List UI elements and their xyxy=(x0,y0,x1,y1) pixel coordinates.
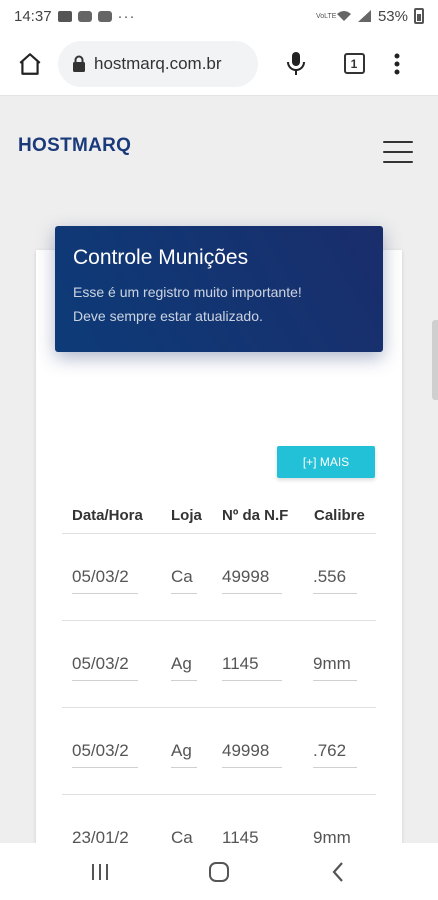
gallery-icon xyxy=(57,10,72,22)
more-vert-icon xyxy=(394,53,400,74)
munitions-table: Data/Hora Loja Nº da N.F Calibre 05/03/2… xyxy=(62,498,376,882)
brand-logo[interactable]: HOSTMARQ xyxy=(18,135,131,157)
system-nav-bar xyxy=(0,843,438,900)
column-header-invoice[interactable]: Nº da N.F xyxy=(222,507,314,524)
cell-date[interactable]: 05/03/2 xyxy=(72,567,138,594)
scrollbar[interactable] xyxy=(432,320,438,400)
signal-icon xyxy=(357,10,371,22)
card-subtitle: Esse é um registro muito importante! Dev… xyxy=(73,284,302,324)
recent-apps-button[interactable] xyxy=(80,852,120,892)
home-nav-button[interactable] xyxy=(199,852,239,892)
browser-toolbar: hostmarq.com.br 1 xyxy=(0,32,438,96)
card-header: Controle Munições Esse é um registro mui… xyxy=(55,226,383,352)
cell-date[interactable]: 05/03/2 xyxy=(72,654,138,681)
cell-caliber[interactable]: 9mm xyxy=(313,654,357,681)
table-row[interactable]: 05/03/2 Ca 49998 .556 xyxy=(62,534,376,621)
url-text: hostmarq.com.br xyxy=(94,53,222,73)
hamburger-menu-button[interactable] xyxy=(383,141,413,163)
cell-caliber[interactable]: .762 xyxy=(313,741,357,768)
home-circle-icon xyxy=(208,861,229,882)
status-bar: 14:37 ··· VoLTE 53% xyxy=(0,0,438,32)
cell-store[interactable]: Ag xyxy=(171,741,197,768)
cell-date[interactable]: 05/03/2 xyxy=(72,741,138,768)
battery-percent: 53% xyxy=(377,7,408,25)
back-button[interactable] xyxy=(318,852,358,892)
hamburger-line xyxy=(383,161,413,163)
cell-caliber[interactable]: .556 xyxy=(313,567,357,594)
voice-search-button[interactable] xyxy=(278,44,314,84)
lock-icon xyxy=(72,55,86,73)
battery-icon xyxy=(414,8,424,24)
recents-icon xyxy=(91,863,108,880)
back-arrow-icon xyxy=(332,861,344,882)
cell-invoice[interactable]: 49998 xyxy=(222,567,282,594)
add-more-button[interactable]: [+] MAIS xyxy=(277,446,375,478)
wifi-icon xyxy=(336,11,351,21)
cell-store[interactable]: Ag xyxy=(171,654,197,681)
column-header-date[interactable]: Data/Hora xyxy=(62,507,171,524)
hamburger-line xyxy=(383,151,413,153)
table-row[interactable]: 05/03/2 Ag 1145 9mm xyxy=(62,621,376,708)
browser-menu-button[interactable] xyxy=(382,44,412,84)
more-dots-icon: ··· xyxy=(117,7,136,25)
cell-store[interactable]: Ca xyxy=(171,567,197,594)
tab-count: 1 xyxy=(343,53,365,74)
home-button[interactable] xyxy=(10,44,50,84)
youtube-icon xyxy=(77,10,92,22)
hamburger-line xyxy=(383,141,413,143)
column-header-store[interactable]: Loja xyxy=(171,507,222,524)
cell-invoice[interactable]: 1145 xyxy=(222,654,282,681)
home-icon xyxy=(19,52,41,75)
microphone-icon xyxy=(287,51,305,75)
volte-label: VoLTE xyxy=(315,12,337,20)
column-header-caliber[interactable]: Calibre xyxy=(314,507,376,524)
card-title: Controle Munições xyxy=(73,246,249,269)
table-header: Data/Hora Loja Nº da N.F Calibre xyxy=(62,498,376,534)
youtube-icon xyxy=(97,10,112,22)
address-bar[interactable]: hostmarq.com.br xyxy=(58,40,258,87)
table-row[interactable]: 05/03/2 Ag 49998 .762 xyxy=(62,708,376,795)
status-time: 14:37 xyxy=(14,7,52,25)
tab-switcher-button[interactable]: 1 xyxy=(336,44,372,84)
cell-invoice[interactable]: 49998 xyxy=(222,741,282,768)
